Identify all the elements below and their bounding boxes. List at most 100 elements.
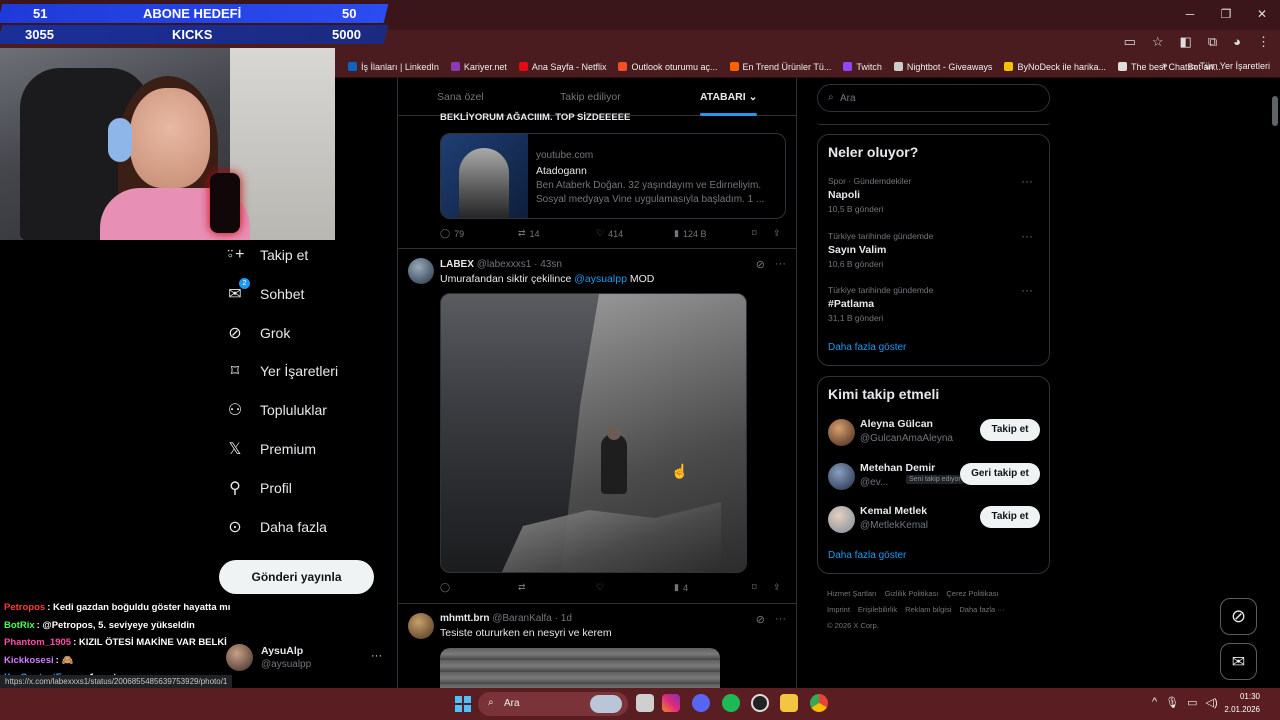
minimize-icon[interactable]: ─ (1172, 0, 1208, 30)
trend-item[interactable]: Spor · Gündemdekiler Napoli 10,5 B gönderi… (828, 174, 1041, 214)
trend-item[interactable]: Türkiye tarihinde gündemde #Patlama 31,1 B… (828, 283, 1041, 323)
bookmark-item[interactable]: Kariyer.net (450, 62, 507, 72)
footer-link[interactable]: Daha fazla ··· (959, 605, 1004, 614)
nav-item-profile[interactable]: ⚲ Profil (222, 473, 292, 503)
tweet-time[interactable]: · 43sn (534, 259, 562, 270)
chrome-icon[interactable] (810, 694, 828, 712)
follow-button[interactable]: Takip et (980, 419, 1040, 441)
like-button[interactable]: ♡ (596, 582, 604, 593)
task-view-icon[interactable] (636, 694, 654, 712)
follow-button[interactable]: Takip et (980, 506, 1040, 528)
bookmarks-more-button[interactable]: » (1162, 60, 1168, 71)
volume-icon[interactable]: ◁) (1206, 696, 1218, 709)
grok-button[interactable]: ⊘ (1220, 598, 1257, 635)
follow-back-button[interactable]: Geri takip et (960, 462, 1040, 485)
bookmark-item[interactable]: Nightbot - Giveaways (893, 62, 992, 72)
trend-item[interactable]: Türkiye tarihinde gündemde Sayın Valim 10,… (828, 229, 1041, 269)
grok-icon[interactable]: ⊘ (756, 258, 765, 271)
spotify-icon[interactable] (722, 694, 740, 712)
avatar[interactable] (408, 613, 434, 639)
search-input[interactable]: ⌕ Ara (817, 84, 1050, 112)
clock[interactable]: 01:30 2.01.2026 (1224, 690, 1260, 716)
extension-icon[interactable]: ◧ (1180, 34, 1192, 50)
avatar[interactable] (408, 258, 434, 284)
menu-icon[interactable]: ⋮ (1257, 34, 1270, 50)
views-button[interactable]: ▮ 4 (674, 582, 688, 593)
post-button[interactable]: Gönderi yayınla (219, 560, 374, 594)
nav-item-follow[interactable]: ⍤+ Takip et (222, 240, 309, 270)
trends-show-more[interactable]: Daha fazla göster (828, 342, 906, 353)
nav-item-x[interactable]: 𝕏 Premium (222, 434, 316, 464)
mention-link[interactable]: @aysualpp (574, 273, 627, 285)
retweet-button[interactable]: ⇄ 14 (518, 228, 540, 239)
bookmark-button[interactable]: ⌑ (752, 228, 757, 239)
nav-item-bookmark[interactable]: ⌑ Yer İşaretleri (222, 356, 338, 386)
retweet-button[interactable]: ⇄ (518, 582, 526, 593)
who-show-more[interactable]: Daha fazla göster (828, 550, 906, 561)
footer-link[interactable]: Çerez Politikası (946, 589, 998, 598)
tweet-image[interactable] (440, 293, 747, 573)
suggested-user[interactable]: Metehan Demir @ev... Seni takip ediyor Geri… (828, 461, 1041, 493)
star-icon[interactable]: ☆ (1152, 34, 1164, 50)
footer-link[interactable]: Reklam bilgisi (905, 605, 951, 614)
suggested-user[interactable]: Kemal Metlek @MetlekKemal Takip et (828, 504, 1041, 536)
nav-item-grok[interactable]: ⊘ Grok (222, 318, 290, 348)
share-button[interactable]: ⇪ (773, 582, 781, 593)
bookmark-item[interactable]: İş İlanları | LinkedIn (348, 62, 439, 72)
account-switcher[interactable]: AysuAlp @aysualpp ··· (226, 642, 386, 676)
bookmark-item[interactable]: ByNoDeck ile harika... (1004, 62, 1106, 72)
footer-link[interactable]: Erişilebilirlik (858, 605, 897, 614)
more-icon[interactable]: ··· (775, 613, 786, 626)
bookmarks-folder[interactable]: ▭ Tüm Yer İşaretleri (1189, 61, 1270, 72)
footer-link[interactable]: Imprint (827, 605, 850, 614)
nav-item-more[interactable]: ⊙ Daha fazla (222, 512, 327, 542)
suggested-user[interactable]: Aleyna Gülcan @GulcanAmaAleyna Takip et (828, 417, 1041, 449)
like-button[interactable]: ♡ 414 (596, 228, 623, 239)
instagram-icon[interactable] (662, 694, 680, 712)
discord-icon[interactable] (692, 694, 710, 712)
bookmark-item[interactable]: Twitch (843, 62, 882, 72)
obs-icon[interactable] (751, 694, 769, 712)
cast-icon[interactable]: ▭ (1124, 34, 1136, 50)
share-button[interactable]: ⇪ (773, 228, 781, 239)
views-button[interactable]: ▮ 124 B (674, 228, 706, 239)
scrollbar-thumb[interactable] (1272, 96, 1278, 126)
network-icon[interactable]: ▭ (1187, 696, 1197, 709)
bookmark-item[interactable]: Ana Sayfa - Netflix (518, 62, 606, 72)
avatar-icon[interactable]: ◕ (1233, 34, 1241, 50)
restore-icon[interactable]: ❐ (1208, 0, 1244, 30)
footer-link[interactable]: Hizmet Şartları (827, 589, 877, 598)
footer-link[interactable]: Gizlilik Politikası (885, 589, 939, 598)
author-handle[interactable]: @labexxxs1 (477, 259, 532, 270)
tab-for-you[interactable]: Sana özel (437, 91, 484, 103)
bookmark-item[interactable]: Outlook oturumu aç... (618, 62, 718, 72)
reply-button[interactable]: ◯ (440, 582, 450, 593)
close-icon[interactable]: ✕ (1244, 0, 1280, 30)
tweet-image[interactable] (440, 648, 720, 688)
nav-item-communities[interactable]: ⚇ Topluluklar (222, 395, 327, 425)
bookmark-item[interactable]: En Trend Ürünler Tü... (729, 62, 831, 72)
chevron-up-icon[interactable]: ^ (1152, 696, 1157, 709)
tab-atabari[interactable]: ATABARI ⌄ (700, 91, 757, 103)
link-card[interactable]: youtube.com Atadogann Ben Ataberk Doğan.… (440, 133, 786, 219)
mic-icon[interactable]: 🎙 (1165, 696, 1179, 709)
puzzle-icon[interactable]: ⧉ (1208, 34, 1217, 50)
bookmark-button[interactable]: ⌑ (752, 582, 757, 593)
author-name[interactable]: LABEX (440, 259, 474, 270)
more-icon[interactable]: ··· (775, 258, 786, 271)
scrollbar[interactable] (1270, 78, 1280, 688)
author-name[interactable]: mhmtt.brn (440, 613, 489, 624)
taskbar-search[interactable]: ⌕ Ara (478, 692, 628, 716)
author-handle[interactable]: @BaranKalfa (492, 613, 552, 624)
file-explorer-icon[interactable] (780, 694, 798, 712)
more-icon[interactable]: ··· (1021, 229, 1033, 243)
nav-item-chat[interactable]: ✉ 2 Sohbet (222, 277, 304, 309)
reply-button[interactable]: ◯ 79 (440, 228, 464, 239)
grok-icon[interactable]: ⊘ (756, 613, 765, 626)
messages-button[interactable]: ✉ (1220, 643, 1257, 680)
windows-start-icon[interactable] (455, 696, 471, 712)
tab-following[interactable]: Takip ediliyor (560, 91, 621, 103)
more-icon[interactable]: ··· (1021, 174, 1033, 188)
more-icon[interactable]: ··· (1021, 283, 1033, 297)
tweet-time[interactable]: · 1d (555, 613, 572, 624)
